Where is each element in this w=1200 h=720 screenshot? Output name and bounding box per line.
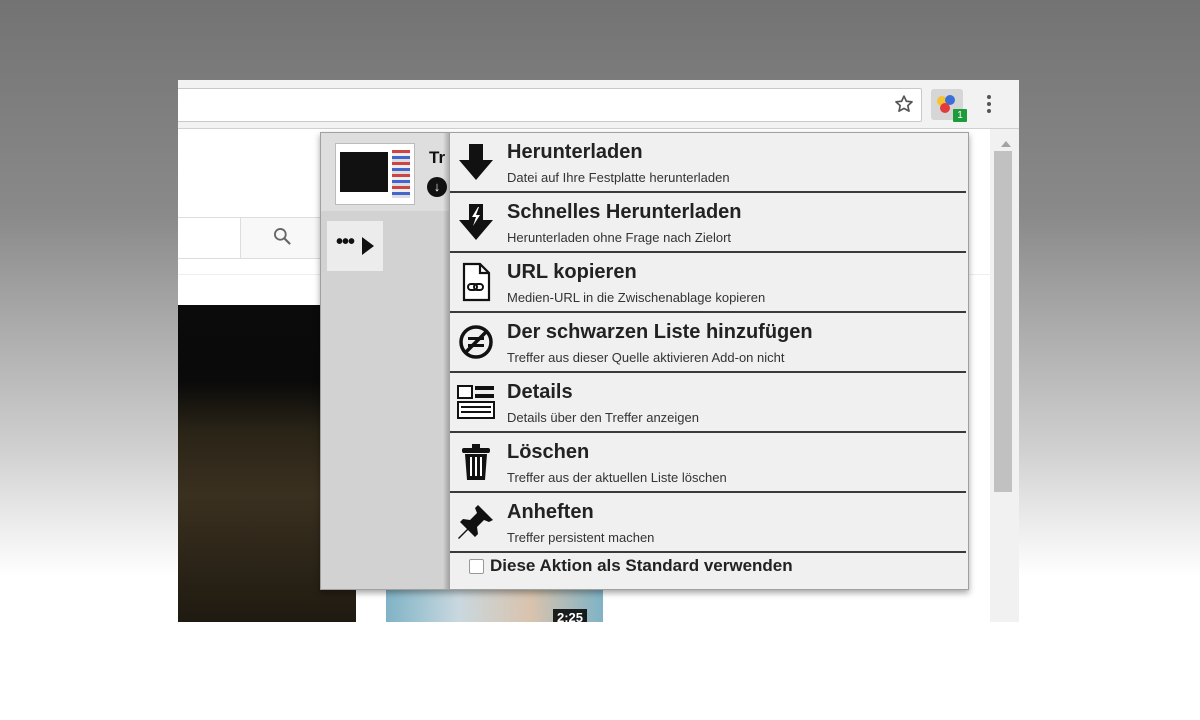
bookmark-star-icon[interactable] (893, 93, 915, 115)
search-button[interactable] (240, 217, 324, 259)
action-title: Der schwarzen Liste hinzufügen (507, 321, 813, 343)
action-description: Treffer aus der aktuellen Liste löschen (507, 470, 727, 485)
pin-icon (456, 501, 496, 543)
action-title: Herunterladen (507, 141, 643, 163)
quick-download-icon (456, 201, 496, 243)
play-arrow-icon (362, 237, 374, 255)
action-list: Herunterladen Datei auf Ihre Festplatte … (450, 133, 968, 589)
default-action-label: Diese Aktion als Standard verwenden (490, 556, 793, 575)
action-blacklist[interactable]: Der schwarzen Liste hinzufügen Treffer a… (450, 313, 966, 373)
action-title: Schnelles Herunterladen (507, 201, 742, 223)
browser-toolbar: 1 (178, 80, 1019, 129)
details-icon (456, 381, 496, 423)
scrollbar-thumb[interactable] (994, 151, 1012, 492)
action-description: Herunterladen ohne Frage nach Zielort (507, 230, 732, 245)
default-action-row[interactable]: Diese Aktion als Standard verwenden (450, 549, 966, 585)
scroll-up-arrow-icon[interactable] (1001, 141, 1011, 147)
ellipsis-icon: ••• (335, 230, 355, 253)
hit-entry[interactable]: Tr ↓ (321, 133, 449, 211)
trash-icon (456, 441, 496, 483)
hit-list-pane: Tr ↓ ••• (321, 133, 450, 589)
action-description: Details über den Treffer anzeigen (507, 410, 699, 425)
download-arrow-icon (456, 141, 496, 183)
action-description: Medien-URL in die Zwischenablage kopiere… (507, 290, 766, 305)
address-bar[interactable] (178, 88, 922, 122)
action-details[interactable]: Details Details über den Treffer anzeige… (450, 373, 966, 433)
action-description: Treffer persistent machen (507, 530, 655, 545)
page-scrollbar[interactable] (990, 129, 1019, 622)
browser-menu-icon[interactable] (978, 93, 1000, 115)
more-actions-button[interactable]: ••• (327, 221, 383, 271)
action-delete[interactable]: Löschen Treffer aus der aktuellen Liste … (450, 433, 966, 493)
search-icon (272, 226, 292, 251)
action-quick-download[interactable]: Schnelles Herunterladen Herunterladen oh… (450, 193, 966, 253)
action-title: Anheften (507, 501, 594, 523)
extension-badge: 1 (953, 109, 967, 122)
action-description: Treffer aus dieser Quelle aktivieren Add… (507, 350, 785, 365)
video-duration: 2:25 (553, 609, 588, 622)
blacklist-icon (456, 321, 496, 363)
default-action-checkbox[interactable] (469, 559, 484, 574)
action-download[interactable]: Herunterladen Datei auf Ihre Festplatte … (450, 133, 966, 193)
action-title: URL kopieren (507, 261, 637, 283)
action-copy-url[interactable]: URL kopieren Medien-URL in die Zwischena… (450, 253, 966, 313)
hit-thumbnail (335, 143, 415, 205)
action-title: Löschen (507, 441, 590, 463)
extension-action-popup: Tr ↓ ••• Herunterladen Datei auf Ihre Fe… (320, 132, 969, 590)
action-description: Datei auf Ihre Festplatte herunterladen (507, 170, 730, 185)
copy-link-file-icon (456, 261, 496, 303)
action-title: Details (507, 381, 573, 403)
action-pin[interactable]: Anheften Treffer persistent machen (450, 493, 966, 553)
